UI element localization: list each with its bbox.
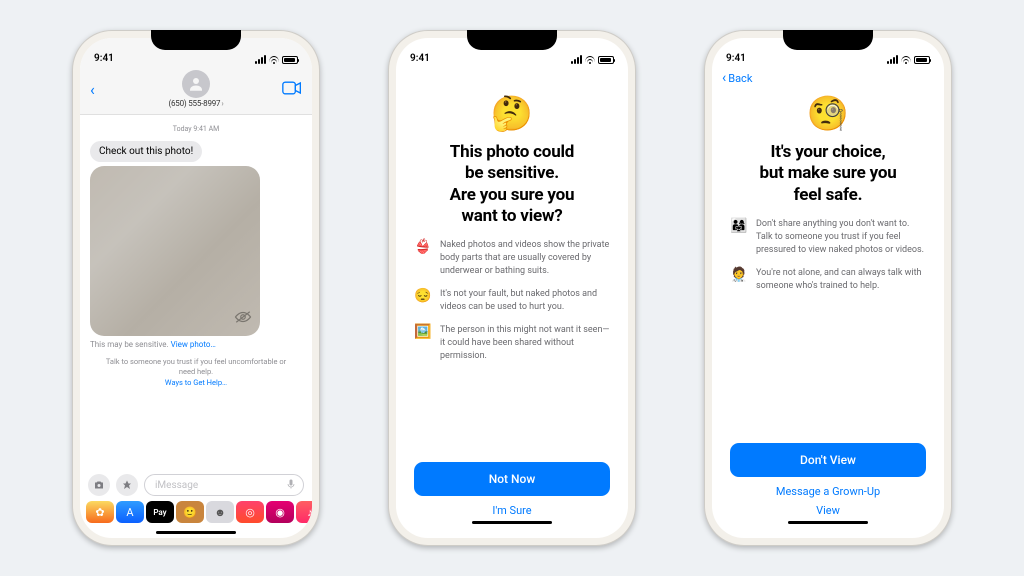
tray-appstore-icon[interactable]: A	[116, 501, 144, 523]
not-now-button[interactable]: Not Now	[414, 462, 610, 496]
bullet-item: 👙 Naked photos and videos show the priva…	[414, 239, 610, 278]
battery-icon	[598, 56, 614, 64]
notch	[783, 30, 873, 50]
status-time: 9:41	[410, 53, 430, 64]
wifi-icon	[269, 56, 279, 64]
screen-confirm: 9:41 🤔 This photo could be sensitive. Ar…	[396, 38, 628, 538]
bullet-item: 🖼️ The person in this might not want it …	[414, 324, 610, 363]
im-sure-button[interactable]: I'm Sure	[414, 496, 610, 519]
bullet-item: 😔 It's not your fault, but naked photos …	[414, 288, 610, 314]
help-block: Talk to someone you trust if you feel un…	[90, 357, 302, 387]
app-store-icon[interactable]	[116, 474, 138, 496]
view-photo-link[interactable]: View photo…	[171, 340, 216, 349]
messages-header: ‹ (650) 555-8997›	[80, 66, 312, 115]
message-input[interactable]: iMessage	[144, 474, 304, 496]
tray-app-red-icon[interactable]: ◎	[236, 501, 264, 523]
incoming-message[interactable]: Check out this photo!	[90, 141, 202, 162]
wifi-icon	[585, 56, 595, 64]
thinking-emoji-icon: 🤔	[414, 94, 610, 134]
chevron-left-icon: ‹	[722, 70, 726, 86]
phone-confirm-sensitive: 9:41 🤔 This photo could be sensitive. Ar…	[388, 30, 636, 546]
bullet-text: The person in this might not want it see…	[440, 324, 610, 363]
status-icons	[255, 55, 298, 64]
message-grownup-button[interactable]: Message a Grown-Up	[730, 477, 926, 500]
nav-back[interactable]: ‹ Back	[712, 66, 944, 88]
phone-messages: 9:41 ‹ (650) 555-8997› Today 9:41 AM Che…	[72, 30, 320, 546]
ways-to-get-help-link[interactable]: Ways to Get Help…	[100, 378, 292, 388]
bullet-emoji-icon: 👙	[414, 239, 432, 256]
signal-icon	[255, 55, 266, 64]
signal-icon	[571, 55, 582, 64]
bullet-item: 👨‍👩‍👧 Don't share anything you don't wan…	[730, 218, 926, 257]
bullet-text: It's not your fault, but naked photos an…	[440, 288, 610, 314]
bullet-text: Don't share anything you don't want to. …	[756, 218, 926, 257]
bullet-text: You're not alone, and can always talk wi…	[756, 267, 926, 293]
screen-messages: 9:41 ‹ (650) 555-8997› Today 9:41 AM Che…	[80, 38, 312, 538]
status-icons	[571, 55, 614, 64]
app-tray[interactable]: ✿ A Pay 🙂 ☻ ◎ ◉ ♪	[80, 498, 312, 529]
tray-memoji-icon[interactable]: 🙂	[176, 501, 204, 523]
back-chevron-icon[interactable]: ‹	[90, 80, 110, 99]
monocle-emoji-icon: 🧐	[730, 94, 926, 134]
bullet-emoji-icon: 😔	[414, 288, 432, 305]
mic-icon[interactable]	[285, 478, 297, 493]
notch	[467, 30, 557, 50]
bullet-item: 🧑‍⚕️ You're not alone, and can always ta…	[730, 267, 926, 293]
messages-body[interactable]: Today 9:41 AM Check out this photo! This…	[80, 115, 312, 470]
status-icons	[887, 55, 930, 64]
tray-stickers-icon[interactable]: ☻	[206, 501, 234, 523]
status-time: 9:41	[726, 53, 746, 64]
tray-app-pink-icon[interactable]: ◉	[266, 501, 294, 523]
avatar-icon	[182, 70, 210, 98]
contact-block[interactable]: (650) 555-8997›	[110, 70, 282, 108]
tray-music-icon[interactable]: ♪	[296, 501, 312, 523]
status-time: 9:41	[94, 53, 114, 64]
input-bar: iMessage	[80, 470, 312, 498]
sheet-body: 🧐 It's your choice, but make sure you fe…	[712, 88, 944, 538]
sheet-body: 🤔 This photo could be sensitive. Are you…	[396, 88, 628, 538]
wifi-icon	[901, 56, 911, 64]
bullet-list: 👨‍👩‍👧 Don't share anything you don't wan…	[730, 218, 926, 293]
nav-row	[396, 66, 628, 88]
home-indicator[interactable]	[788, 521, 868, 524]
tray-applepay-icon[interactable]: Pay	[146, 501, 174, 523]
home-indicator[interactable]	[156, 531, 236, 534]
tray-photos-icon[interactable]: ✿	[86, 501, 114, 523]
sheet-title: It's your choice, but make sure you feel…	[730, 142, 926, 206]
bullet-emoji-icon: 🖼️	[414, 324, 432, 341]
bullet-text: Naked photos and videos show the private…	[440, 239, 610, 278]
bullet-emoji-icon: 🧑‍⚕️	[730, 267, 748, 284]
hidden-eye-icon	[234, 309, 252, 328]
battery-icon	[914, 56, 930, 64]
facetime-icon[interactable]	[282, 80, 302, 99]
sensitive-caption: This may be sensitive. View photo…	[90, 340, 302, 349]
view-button[interactable]: View	[730, 500, 926, 519]
timestamp: Today 9:41 AM	[90, 125, 302, 133]
screen-safe: 9:41 ‹ Back 🧐 It's your choice, but make…	[712, 38, 944, 538]
phone-feel-safe: 9:41 ‹ Back 🧐 It's your choice, but make…	[704, 30, 952, 546]
contact-name: (650) 555-8997›	[110, 99, 282, 108]
camera-icon[interactable]	[88, 474, 110, 496]
input-placeholder: iMessage	[155, 480, 198, 491]
back-label: Back	[728, 72, 752, 85]
home-indicator[interactable]	[472, 521, 552, 524]
signal-icon	[887, 55, 898, 64]
blurred-photo[interactable]	[90, 166, 260, 336]
sheet-title: This photo could be sensitive. Are you s…	[414, 142, 610, 227]
bullet-list: 👙 Naked photos and videos show the priva…	[414, 239, 610, 363]
dont-view-button[interactable]: Don't View	[730, 443, 926, 477]
bullet-emoji-icon: 👨‍👩‍👧	[730, 218, 748, 235]
battery-icon	[282, 56, 298, 64]
notch	[151, 30, 241, 50]
